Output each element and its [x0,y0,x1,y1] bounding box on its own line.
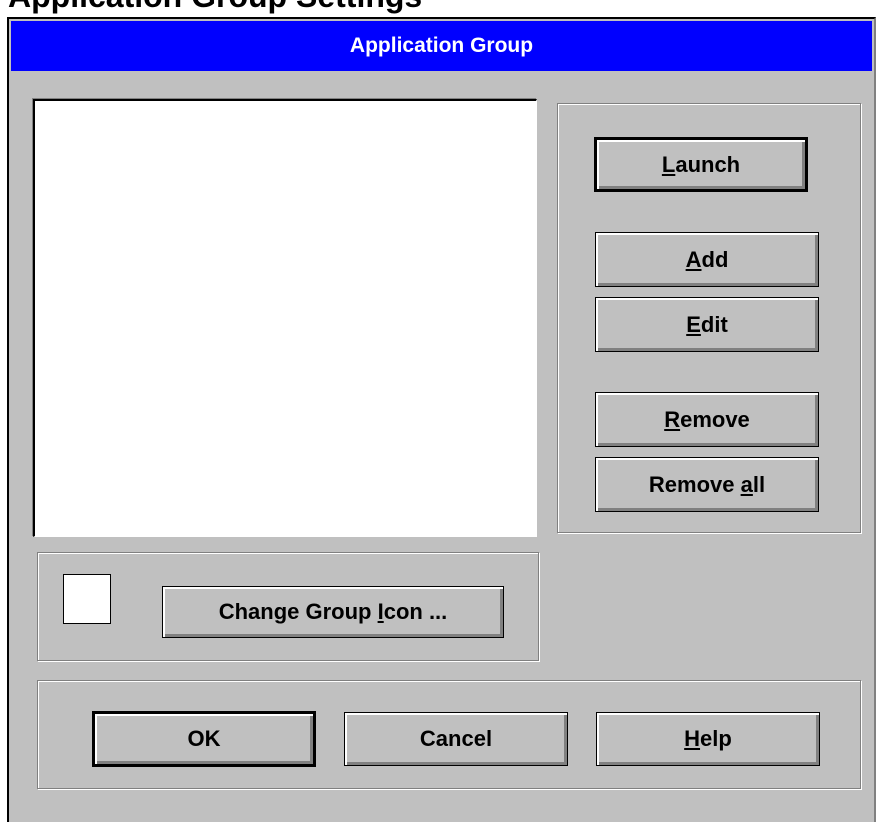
change-icon-label-post: con ... [383,599,448,624]
change-icon-label-pre: Change Group [218,599,378,624]
ok-button[interactable]: OK [92,711,316,767]
help-button-label-post: elp [700,726,732,751]
remove-all-button[interactable]: Remove a ll [595,457,819,512]
remove-button[interactable]: Remove [595,392,819,447]
dialog-titlebar[interactable]: Application Group [11,21,872,71]
launch-button-accel: L [661,151,676,177]
launch-button[interactable]: Launch [594,137,808,192]
edit-button[interactable]: Edit [595,297,819,352]
cancel-button-label: Cancel [419,726,493,751]
group-icon-preview [63,574,111,624]
help-button[interactable]: Help [596,712,820,766]
remove-all-label-post: ll [752,471,766,497]
dialog-title: Application Group [349,34,534,57]
remove-all-label-pre: Remove [648,471,741,497]
application-group-dialog: Application Group Launch Add Edit Remove… [7,17,876,822]
edit-button-accel: E [686,311,701,337]
applications-listbox[interactable] [33,99,537,537]
remove-all-accel: a [740,471,753,497]
help-button-accel: H [684,726,701,751]
remove-button-label-post: emove [680,406,750,432]
cancel-button[interactable]: Cancel [344,712,568,766]
add-button-accel: A [685,246,702,272]
remove-button-accel: R [664,406,681,432]
change-group-icon-button[interactable]: Change Group Icon ... [162,586,504,638]
add-button[interactable]: Add [595,232,819,287]
add-button-label-post: dd [701,246,729,272]
page-heading: Application Group Settings [8,0,422,15]
ok-button-label: OK [187,726,221,751]
edit-button-label-post: dit [700,311,728,337]
launch-button-label-post: aunch [675,151,741,177]
